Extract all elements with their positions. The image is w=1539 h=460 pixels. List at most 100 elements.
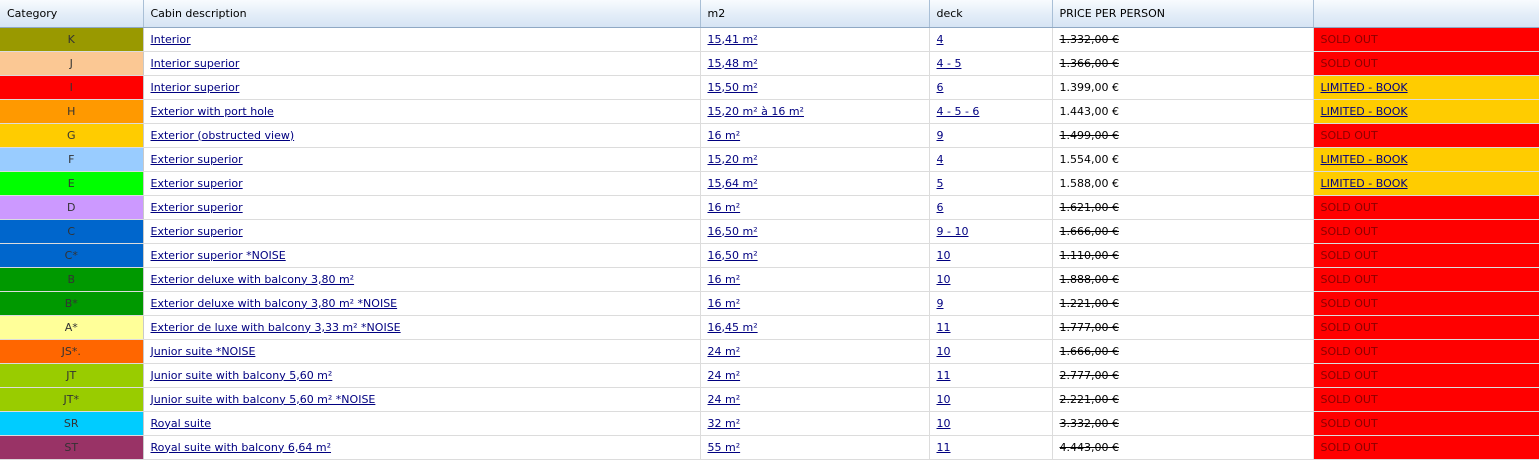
deck-link[interactable]: 9	[937, 129, 944, 142]
sold-out-badge: SOLD OUT	[1320, 200, 1378, 214]
m2-cell: 24 m²	[700, 387, 930, 412]
description-cell: Interior superior	[143, 75, 701, 100]
status-cell[interactable]: LIMITED - BOOK	[1313, 171, 1539, 196]
cabin-description-link[interactable]: Interior superior	[151, 57, 240, 70]
header-cabin-description[interactable]: Cabin description	[143, 0, 701, 28]
deck-link[interactable]: 10	[937, 249, 951, 262]
cabin-size-link[interactable]: 15,48 m²	[708, 57, 758, 70]
cabin-description-link[interactable]: Exterior (obstructed view)	[151, 129, 295, 142]
cabin-size-link[interactable]: 16,45 m²	[708, 321, 758, 334]
status-cell[interactable]: LIMITED - BOOK	[1313, 147, 1539, 172]
cabin-description-link[interactable]: Exterior superior	[151, 153, 243, 166]
cabin-description-link[interactable]: Royal suite with balcony 6,64 m²	[151, 441, 332, 454]
deck-link[interactable]: 4 - 5 - 6	[937, 105, 980, 118]
deck-cell: 10	[929, 267, 1053, 292]
cabin-size-link[interactable]: 16 m²	[708, 273, 741, 286]
category-cell: SR	[0, 411, 144, 436]
price-value: 3.332,00 €	[1059, 416, 1119, 430]
sold-out-badge: SOLD OUT	[1320, 32, 1378, 46]
cabin-size-link[interactable]: 15,20 m²	[708, 153, 758, 166]
cabin-description-link[interactable]: Junior suite with balcony 5,60 m² *NOISE	[151, 393, 376, 406]
deck-link[interactable]: 10	[937, 345, 951, 358]
header-status[interactable]	[1313, 0, 1539, 28]
status-cell[interactable]: LIMITED - BOOK	[1313, 99, 1539, 124]
deck-link[interactable]: 11	[937, 369, 951, 382]
cabin-size-link[interactable]: 24 m²	[708, 393, 741, 406]
deck-link[interactable]: 11	[937, 321, 951, 334]
sold-out-badge: SOLD OUT	[1320, 344, 1378, 358]
cabin-description-link[interactable]: Interior	[151, 33, 191, 46]
category-cell: B	[0, 267, 144, 292]
deck-link[interactable]: 10	[937, 417, 951, 430]
deck-link[interactable]: 9	[937, 297, 944, 310]
cabin-size-link[interactable]: 15,41 m²	[708, 33, 758, 46]
deck-cell: 11	[929, 315, 1053, 340]
limited-book-link[interactable]: LIMITED - BOOK	[1321, 153, 1408, 166]
sold-out-badge: SOLD OUT	[1320, 392, 1378, 406]
m2-cell: 16 m²	[700, 291, 930, 316]
deck-link[interactable]: 6	[937, 81, 944, 94]
cabin-size-link[interactable]: 16 m²	[708, 201, 741, 214]
deck-link[interactable]: 4	[937, 33, 944, 46]
m2-cell: 15,20 m²	[700, 147, 930, 172]
cabin-description-link[interactable]: Exterior deluxe with balcony 3,80 m² *NO…	[151, 297, 398, 310]
cabin-size-link[interactable]: 16,50 m²	[708, 225, 758, 238]
cabin-description-link[interactable]: Exterior superior	[151, 225, 243, 238]
status-cell[interactable]: LIMITED - BOOK	[1313, 75, 1539, 100]
cabin-description-link[interactable]: Exterior superior	[151, 177, 243, 190]
cabin-description-link[interactable]: Junior suite *NOISE	[151, 345, 256, 358]
cabin-size-link[interactable]: 24 m²	[708, 369, 741, 382]
limited-book-link[interactable]: LIMITED - BOOK	[1321, 81, 1408, 94]
m2-cell: 16 m²	[700, 123, 930, 148]
cabin-description-link[interactable]: Interior superior	[151, 81, 240, 94]
price-cell: 1.554,00 €	[1052, 147, 1314, 172]
deck-link[interactable]: 4 - 5	[937, 57, 962, 70]
header-category[interactable]: Category	[0, 0, 144, 28]
deck-link[interactable]: 4	[937, 153, 944, 166]
header-m2[interactable]: m2	[700, 0, 930, 28]
cabin-description-link[interactable]: Exterior deluxe with balcony 3,80 m²	[151, 273, 355, 286]
m2-cell: 16 m²	[700, 195, 930, 220]
deck-link[interactable]: 10	[937, 393, 951, 406]
price-cell: 1.443,00 €	[1052, 99, 1314, 124]
price-value: 1.621,00 €	[1059, 200, 1119, 214]
limited-book-link[interactable]: LIMITED - BOOK	[1321, 177, 1408, 190]
deck-link[interactable]: 11	[937, 441, 951, 454]
deck-link[interactable]: 6	[937, 201, 944, 214]
cabin-description-link[interactable]: Junior suite with balcony 5,60 m²	[151, 369, 333, 382]
cabin-description-link[interactable]: Exterior superior	[151, 201, 243, 214]
cabin-size-link[interactable]: 15,20 m² à 16 m²	[708, 105, 804, 118]
description-cell: Exterior deluxe with balcony 3,80 m²	[143, 267, 701, 292]
sold-out-badge: SOLD OUT	[1320, 248, 1378, 262]
cabin-size-link[interactable]: 32 m²	[708, 417, 741, 430]
cabin-description-link[interactable]: Exterior superior *NOISE	[151, 249, 286, 262]
deck-cell: 4	[929, 27, 1053, 52]
cabin-size-link[interactable]: 15,64 m²	[708, 177, 758, 190]
price-cell: 1.621,00 €	[1052, 195, 1314, 220]
deck-link[interactable]: 5	[937, 177, 944, 190]
cabin-size-link[interactable]: 16,50 m²	[708, 249, 758, 262]
cabin-size-link[interactable]: 55 m²	[708, 441, 741, 454]
header-price-per-person[interactable]: PRICE PER PERSON	[1052, 0, 1314, 28]
cabin-description-link[interactable]: Royal suite	[151, 417, 212, 430]
cabin-size-link[interactable]: 24 m²	[708, 345, 741, 358]
deck-link[interactable]: 10	[937, 273, 951, 286]
deck-link[interactable]: 9 - 10	[937, 225, 969, 238]
cabin-size-link[interactable]: 15,50 m²	[708, 81, 758, 94]
price-cell: 1.666,00 €	[1052, 339, 1314, 364]
m2-cell: 16,50 m²	[700, 219, 930, 244]
description-cell: Exterior de luxe with balcony 3,33 m² *N…	[143, 315, 701, 340]
price-value: 4.443,00 €	[1059, 440, 1119, 454]
cabin-size-link[interactable]: 16 m²	[708, 297, 741, 310]
category-cell: E	[0, 171, 144, 196]
limited-book-link[interactable]: LIMITED - BOOK	[1321, 105, 1408, 118]
cabin-description-link[interactable]: Exterior de luxe with balcony 3,33 m² *N…	[151, 321, 401, 334]
deck-cell: 9	[929, 123, 1053, 148]
table-row: B Exterior deluxe with balcony 3,80 m² 16 …	[0, 267, 1539, 292]
header-deck[interactable]: deck	[929, 0, 1053, 28]
table-row: C* Exterior superior *NOISE 16,50 m² 10 1.11…	[0, 243, 1539, 268]
cabin-description-link[interactable]: Exterior with port hole	[151, 105, 274, 118]
price-value: 1.499,00 €	[1059, 128, 1119, 142]
cabin-size-link[interactable]: 16 m²	[708, 129, 741, 142]
sold-out-badge: SOLD OUT	[1320, 440, 1378, 454]
